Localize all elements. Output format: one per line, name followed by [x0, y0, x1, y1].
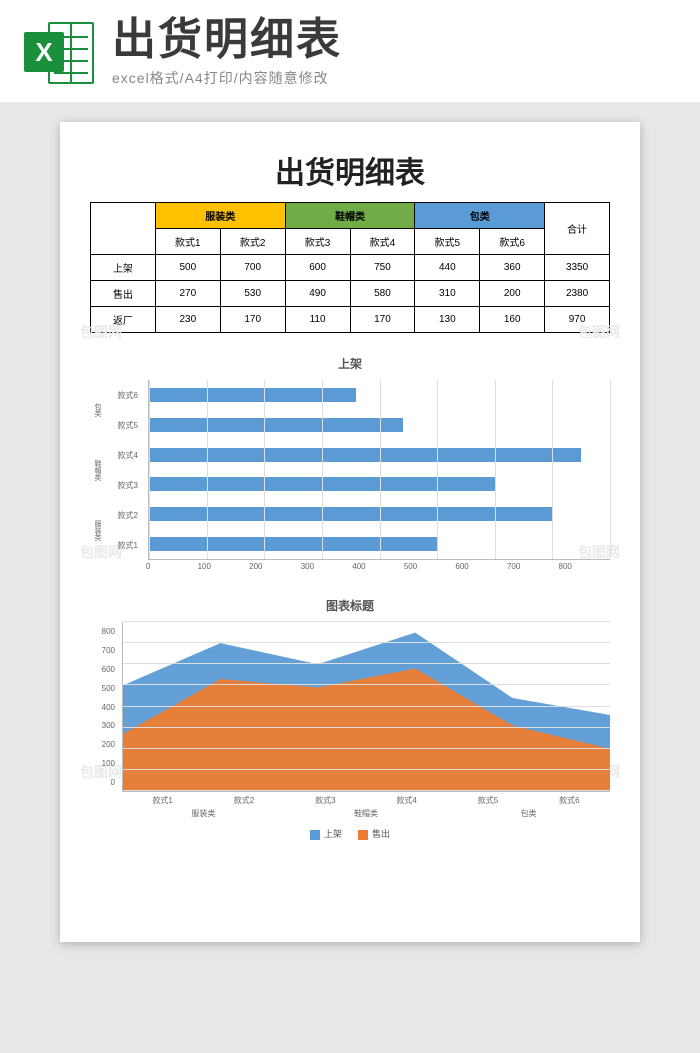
bar-chart-title: 上架: [90, 355, 610, 372]
area-chart-legend: 上架 售出: [90, 827, 610, 840]
area-x-group-labels: 服装类 鞋帽类 包类: [122, 808, 610, 819]
category-header: 包类: [415, 203, 545, 229]
legend-item: 上架: [310, 827, 342, 840]
legend-item: 售出: [358, 827, 390, 840]
style-header: 款式2: [220, 229, 285, 255]
category-header: 服装类: [155, 203, 285, 229]
table-row: 售出 270530 490580 310200 2380: [91, 281, 610, 307]
area-chart-title: 图表标题: [90, 597, 610, 614]
header-title: 出货明细表: [112, 18, 676, 62]
total-header: 合计: [545, 203, 610, 255]
table-row: 返厂 230170 110170 130160 970: [91, 307, 610, 333]
template-header: X 出货明细表 excel格式/A4打印/内容随意修改: [0, 0, 700, 102]
bar-plot-area: [148, 380, 610, 560]
style-header: 款式3: [285, 229, 350, 255]
bar-chart: 上架 包类 鞋帽类 服装类 款式6 款式5 款式4 款式3 款式2 款式1 01…: [90, 355, 610, 571]
header-subtitle: excel格式/A4打印/内容随意修改: [112, 68, 676, 88]
style-header: 款式1: [155, 229, 220, 255]
table-row: 上架 500700 600750 440360 3350: [91, 255, 610, 281]
excel-icon: X: [24, 18, 94, 88]
document-page: 包图网 包图网 包图网 包图网 包图网 包图网 出货明细表 服装类 鞋帽类 包类…: [60, 122, 640, 942]
data-table: 服装类 鞋帽类 包类 合计 款式1 款式2 款式3 款式4 款式5 款式6 上架…: [90, 202, 610, 333]
area-plot-area: [122, 622, 610, 792]
style-header: 款式6: [480, 229, 545, 255]
bar-group-labels: 包类 鞋帽类 服装类: [90, 380, 104, 560]
bar-y-category-labels: 款式6 款式5 款式4 款式3 款式2 款式1: [110, 380, 142, 560]
area-chart: 图表标题 0100200300400500600700800 款式1款式2款式3…: [90, 597, 610, 840]
style-header: 款式5: [415, 229, 480, 255]
document-title: 出货明细表: [90, 148, 610, 192]
area-y-axis-labels: 0100200300400500600700800: [90, 622, 118, 792]
bar-x-axis-labels: 0100200300400500600700800: [146, 562, 610, 571]
style-header: 款式4: [350, 229, 415, 255]
category-header: 鞋帽类: [285, 203, 415, 229]
area-x-axis-labels: 款式1款式2款式3款式4款式5款式6: [122, 795, 610, 806]
